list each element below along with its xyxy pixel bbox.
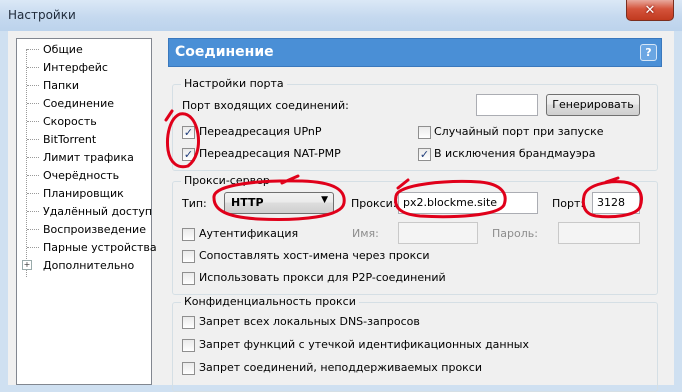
p2p-proxy-checkbox[interactable] [182, 272, 195, 285]
tree-item-general[interactable]: Общие [43, 41, 83, 59]
tree-item-traffic-limit[interactable]: Лимит трафика [43, 149, 134, 167]
password-label: Пароль: [492, 227, 538, 240]
tree-item-scheduler[interactable]: Планировщик [43, 185, 124, 203]
firewall-label: В исключения брандмауэра [434, 147, 596, 160]
tree-connector [27, 229, 39, 230]
upnp-label: Переадресация UPnP [199, 125, 322, 138]
tree-connector [27, 139, 39, 140]
tree-item-playback[interactable]: Воспроизведение [43, 221, 146, 239]
group-title-privacy: Конфиденциальность прокси [181, 295, 359, 308]
tree-item-folders[interactable]: Папки [43, 77, 79, 95]
tree-connector [27, 247, 39, 248]
help-icon[interactable]: ? [640, 44, 657, 61]
password-input[interactable] [558, 222, 640, 244]
proxy-host-input[interactable]: px2.blockme.site [398, 192, 538, 214]
resolve-hostnames-label: Сопоставлять хост-имена через прокси [199, 249, 430, 262]
close-icon: ✕ [644, 2, 656, 18]
proxy-port-label: Порт: [552, 197, 585, 210]
proxy-port-input[interactable]: 3128 [592, 192, 640, 214]
tree-item-remote-access[interactable]: Удалённый доступ [43, 203, 152, 221]
chevron-down-icon: ▼ [321, 195, 328, 205]
natpmp-checkbox[interactable]: ✓ [182, 148, 195, 161]
block-dns-checkbox[interactable] [182, 316, 195, 329]
section-header: Соединение ? [168, 38, 662, 67]
tree-item-paired-devices[interactable]: Парные устройства [43, 239, 157, 257]
proxy-type-value: HTTP [231, 196, 264, 209]
incoming-port-label: Порт входящих соединений: [182, 99, 349, 112]
tree-connector [27, 121, 39, 122]
group-title-proxy: Прокси-сервер [181, 174, 273, 187]
natpmp-label: Переадресация NAT-PMP [199, 147, 341, 160]
block-dns-label: Запрет всех локальных DNS-запросов [199, 315, 420, 328]
p2p-proxy-label: Использовать прокси для P2P-соединений [199, 271, 446, 284]
tree-connector [27, 175, 39, 176]
settings-tree[interactable]: Общие Интерфейс Папки Соединение Скорост… [16, 38, 157, 385]
tree-item-speed[interactable]: Скорость [43, 113, 97, 131]
tree-connector [27, 67, 39, 68]
tree-item-bittorrent[interactable]: BitTorrent [43, 131, 96, 149]
tree-expand-icon[interactable]: + [22, 260, 32, 270]
close-button[interactable]: ✕ [626, 0, 674, 21]
resolve-hostnames-checkbox[interactable] [182, 250, 195, 263]
tree-item-connection[interactable]: Соединение [43, 95, 115, 113]
tree-connector [27, 103, 39, 104]
upnp-checkbox[interactable]: ✓ [182, 126, 195, 139]
window-titlebar[interactable]: Настройки ✕ [0, 0, 682, 31]
window-title: Настройки [8, 8, 76, 22]
auth-checkbox[interactable] [182, 228, 195, 241]
tree-connector [26, 49, 27, 277]
tree-item-interface[interactable]: Интерфейс [43, 59, 108, 77]
block-leak-label: Запрет функций с утечкой идентификационн… [199, 338, 529, 351]
tree-connector [27, 157, 39, 158]
block-unsupported-label: Запрет соединений, неподдерживаемых прок… [199, 361, 483, 374]
tree-connector [27, 49, 39, 50]
page-title: Соединение [175, 44, 274, 60]
group-title-port: Настройки порта [181, 77, 287, 90]
random-port-checkbox[interactable] [418, 126, 431, 139]
proxy-type-label: Тип: [182, 197, 207, 210]
tree-connector [27, 211, 39, 212]
tree-connector [27, 85, 39, 86]
generate-button[interactable]: Генерировать [546, 94, 640, 116]
incoming-port-input[interactable] [476, 94, 538, 116]
username-input[interactable] [398, 222, 478, 244]
tree-item-advanced[interactable]: Дополнительно [43, 257, 134, 275]
proxy-type-select[interactable]: HTTP ▼ [224, 192, 334, 214]
username-label: Имя: [352, 227, 379, 240]
block-unsupported-checkbox[interactable] [182, 362, 195, 375]
tree-connector [27, 193, 39, 194]
firewall-checkbox[interactable]: ✓ [418, 148, 431, 161]
auth-label: Аутентификация [199, 227, 299, 240]
tree-item-queueing[interactable]: Очерёдность [43, 167, 119, 185]
proxy-host-label: Прокси: [351, 197, 397, 210]
block-leak-checkbox[interactable] [182, 339, 195, 352]
random-port-label: Случайный порт при запуске [434, 125, 604, 138]
